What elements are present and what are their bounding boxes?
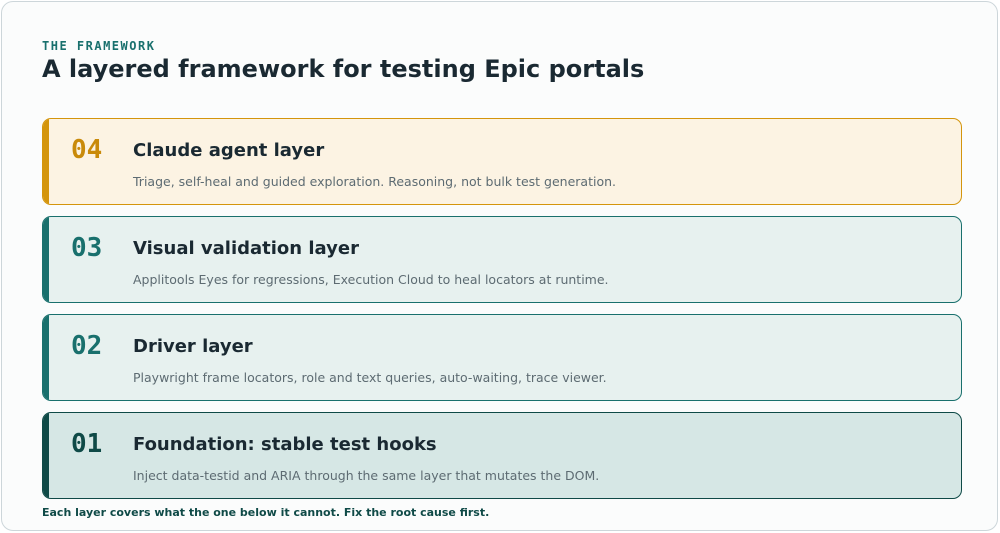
layer-description: Playwright frame locators, role and text… — [133, 370, 607, 385]
layer-visual-validation: 03 Visual validation layer Applitools Ey… — [42, 216, 962, 303]
layer-foundation: 01 Foundation: stable test hooks Inject … — [42, 412, 962, 499]
layer-number: 01 — [71, 429, 103, 459]
layer-number: 04 — [71, 135, 103, 165]
layer-name: Visual validation layer — [133, 238, 359, 259]
layer-number: 02 — [71, 331, 103, 361]
layer-accent-bar — [43, 315, 49, 400]
section-eyebrow: THE FRAMEWORK — [42, 39, 156, 53]
layer-driver: 02 Driver layer Playwright frame locator… — [42, 314, 962, 401]
layer-name: Driver layer — [133, 336, 253, 357]
layer-number: 03 — [71, 233, 103, 263]
layer-name: Claude agent layer — [133, 140, 325, 161]
layer-accent-bar — [43, 217, 49, 302]
page-title: A layered framework for testing Epic por… — [42, 55, 645, 83]
framework-card: THE FRAMEWORK A layered framework for te… — [1, 1, 998, 531]
layer-accent-bar — [43, 413, 49, 498]
layer-description: Applitools Eyes for regressions, Executi… — [133, 272, 609, 287]
footer-note: Each layer covers what the one below it … — [42, 506, 490, 519]
layer-name: Foundation: stable test hooks — [133, 434, 437, 455]
layer-accent-bar — [43, 119, 49, 204]
layer-claude-agent: 04 Claude agent layer Triage, self-heal … — [42, 118, 962, 205]
layer-description: Inject data-testid and ARIA through the … — [133, 468, 600, 483]
layer-description: Triage, self-heal and guided exploration… — [133, 174, 616, 189]
